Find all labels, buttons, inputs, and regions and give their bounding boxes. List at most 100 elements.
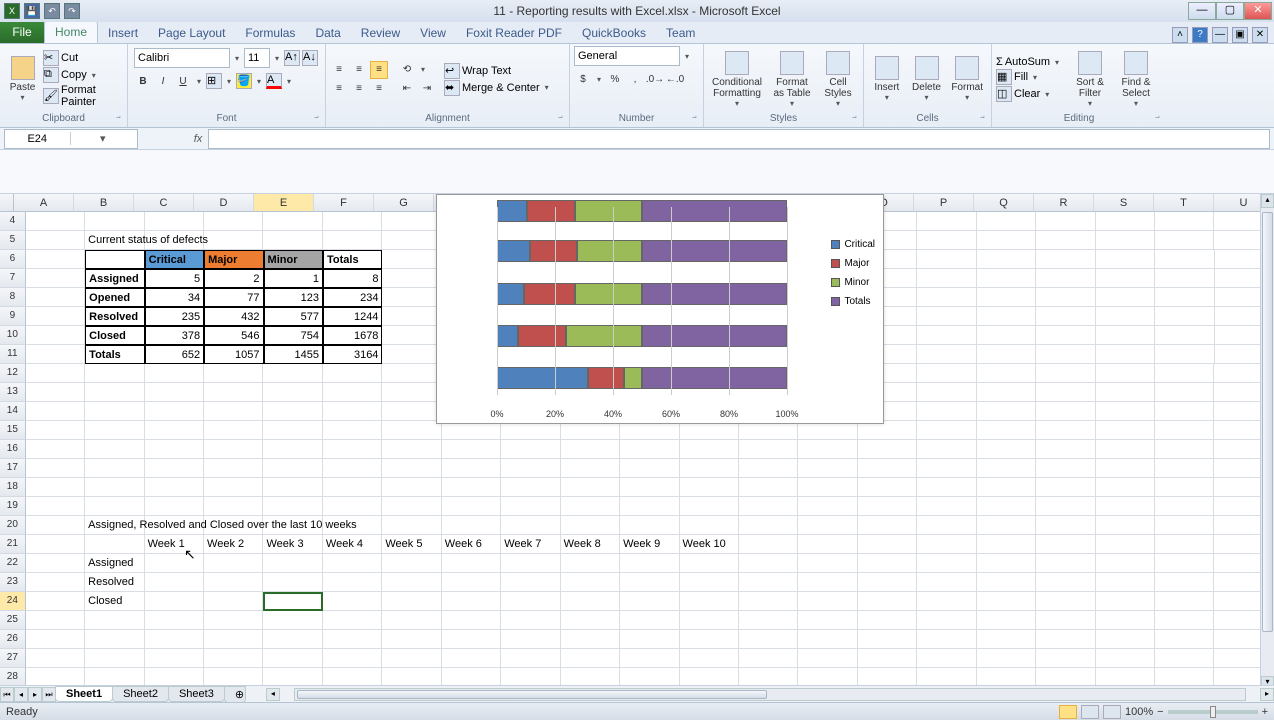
cell-C16[interactable] — [145, 440, 204, 459]
cell-C9[interactable]: 235 — [145, 307, 204, 326]
cell-R26[interactable] — [1036, 630, 1095, 649]
cell-B21[interactable] — [85, 535, 144, 554]
cell-B20[interactable]: Assigned, Resolved and Closed over the l… — [85, 516, 144, 535]
cell-Q20[interactable] — [977, 516, 1036, 535]
cell-N24[interactable] — [798, 592, 857, 611]
cell-C4[interactable] — [145, 212, 204, 231]
cell-S11[interactable] — [1096, 345, 1155, 364]
cell-R4[interactable] — [1036, 212, 1095, 231]
cell-P13[interactable] — [917, 383, 976, 402]
cell-R6[interactable] — [1036, 250, 1095, 269]
cell-S6[interactable] — [1096, 250, 1155, 269]
cell-Q24[interactable] — [977, 592, 1036, 611]
cell-E26[interactable] — [263, 630, 322, 649]
column-header-R[interactable]: R — [1034, 194, 1094, 211]
cell-P27[interactable] — [917, 649, 976, 668]
cell-S21[interactable] — [1096, 535, 1155, 554]
cell-N21[interactable] — [798, 535, 857, 554]
tab-view[interactable]: View — [410, 23, 456, 43]
cell-B7[interactable]: Assigned — [85, 269, 144, 288]
cell-B27[interactable] — [85, 649, 144, 668]
cell-R19[interactable] — [1036, 497, 1095, 516]
cell-C7[interactable]: 5 — [145, 269, 204, 288]
border-button[interactable]: ⊞ — [206, 73, 222, 89]
cell-J27[interactable] — [561, 649, 620, 668]
cell-A19[interactable] — [26, 497, 85, 516]
cell-D22[interactable] — [204, 554, 263, 573]
cell-N25[interactable] — [798, 611, 857, 630]
cell-S17[interactable] — [1096, 459, 1155, 478]
cell-T10[interactable] — [1155, 326, 1214, 345]
cell-G11[interactable] — [382, 345, 441, 364]
cell-S18[interactable] — [1096, 478, 1155, 497]
cell-H25[interactable] — [442, 611, 501, 630]
cell-D17[interactable] — [204, 459, 263, 478]
cell-P4[interactable] — [917, 212, 976, 231]
cell-A22[interactable] — [26, 554, 85, 573]
cell-Q25[interactable] — [977, 611, 1036, 630]
column-header-Q[interactable]: Q — [974, 194, 1034, 211]
cell-H22[interactable] — [442, 554, 501, 573]
cell-F5[interactable] — [323, 231, 382, 250]
cell-P5[interactable] — [917, 231, 976, 250]
cell-D5[interactable] — [204, 231, 263, 250]
cell-P19[interactable] — [917, 497, 976, 516]
row-header-13[interactable]: 13 — [0, 383, 26, 402]
cell-G17[interactable] — [382, 459, 441, 478]
cell-F4[interactable] — [323, 212, 382, 231]
cell-T13[interactable] — [1155, 383, 1214, 402]
cell-P12[interactable] — [917, 364, 976, 383]
sort-filter-button[interactable]: Sort & Filter▾ — [1068, 48, 1112, 110]
cell-M17[interactable] — [739, 459, 798, 478]
cell-B22[interactable]: Assigned — [85, 554, 144, 573]
cell-P22[interactable] — [917, 554, 976, 573]
cell-Q26[interactable] — [977, 630, 1036, 649]
cell-S14[interactable] — [1096, 402, 1155, 421]
cell-C13[interactable] — [145, 383, 204, 402]
tab-page-layout[interactable]: Page Layout — [148, 23, 235, 43]
cell-R12[interactable] — [1036, 364, 1095, 383]
cell-T23[interactable] — [1155, 573, 1214, 592]
cell-Q4[interactable] — [977, 212, 1036, 231]
cell-B26[interactable] — [85, 630, 144, 649]
cell-C11[interactable]: 652 — [145, 345, 204, 364]
cell-O26[interactable] — [858, 630, 917, 649]
cell-M23[interactable] — [739, 573, 798, 592]
column-header-T[interactable]: T — [1154, 194, 1214, 211]
sheet-tab-3[interactable]: Sheet3 — [168, 686, 225, 702]
cell-J23[interactable] — [561, 573, 620, 592]
cell-I24[interactable] — [501, 592, 560, 611]
cell-D6[interactable]: Major — [204, 250, 263, 269]
cell-P18[interactable] — [917, 478, 976, 497]
row-header-16[interactable]: 16 — [0, 440, 26, 459]
comma-format-button[interactable]: , — [626, 70, 644, 88]
cell-C10[interactable]: 378 — [145, 326, 204, 345]
cell-F25[interactable] — [323, 611, 382, 630]
cell-J24[interactable] — [561, 592, 620, 611]
merge-center-button[interactable]: ⬌Merge & Center▾ — [444, 80, 552, 96]
undo-icon[interactable]: ↶ — [44, 3, 60, 19]
cell-K27[interactable] — [620, 649, 679, 668]
cell-T16[interactable] — [1155, 440, 1214, 459]
cell-Q13[interactable] — [977, 383, 1036, 402]
cell-T25[interactable] — [1155, 611, 1214, 630]
row-header-9[interactable]: 9 — [0, 307, 26, 326]
cell-B5[interactable]: Current status of defects — [85, 231, 144, 250]
cell-B15[interactable] — [85, 421, 144, 440]
column-header-F[interactable]: F — [314, 194, 374, 211]
cell-P7[interactable] — [917, 269, 976, 288]
cell-K17[interactable] — [620, 459, 679, 478]
cell-O21[interactable] — [858, 535, 917, 554]
cell-Q12[interactable] — [977, 364, 1036, 383]
cell-G19[interactable] — [382, 497, 441, 516]
cell-L23[interactable] — [680, 573, 739, 592]
column-header-C[interactable]: C — [134, 194, 194, 211]
cell-H18[interactable] — [442, 478, 501, 497]
zoom-thumb[interactable] — [1210, 706, 1216, 718]
sheet-nav-next[interactable]: ▸ — [28, 687, 42, 702]
cell-D11[interactable]: 1057 — [204, 345, 263, 364]
cell-D12[interactable] — [204, 364, 263, 383]
cell-D14[interactable] — [204, 402, 263, 421]
cell-G7[interactable] — [382, 269, 441, 288]
cell-J16[interactable] — [561, 440, 620, 459]
